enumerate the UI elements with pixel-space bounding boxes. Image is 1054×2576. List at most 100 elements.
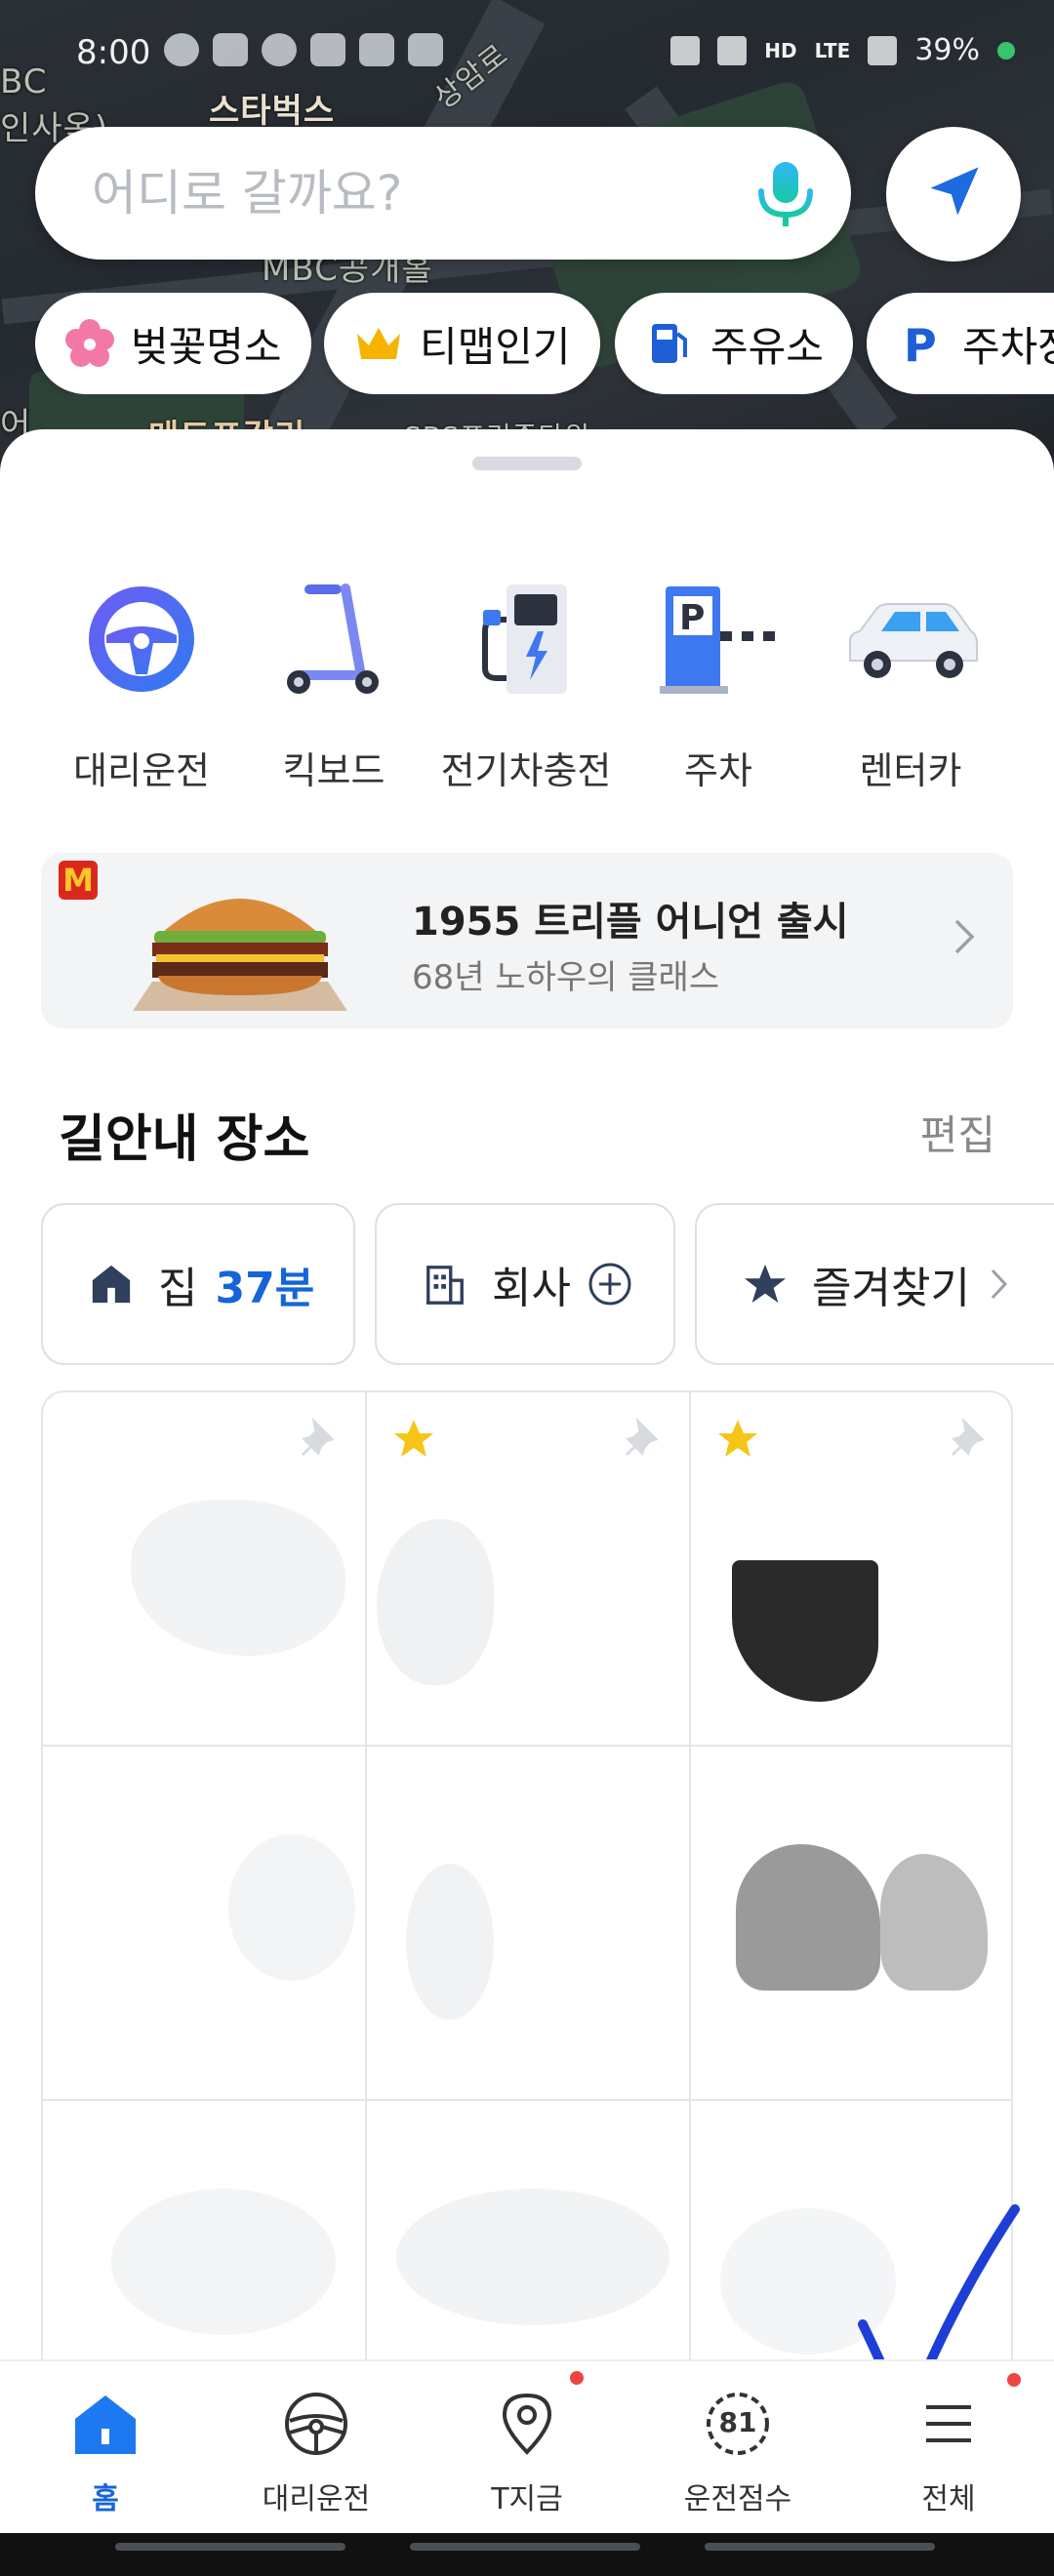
service-parking[interactable]: P 주차 (621, 571, 816, 794)
star-icon (740, 1259, 790, 1309)
chip-label: 티맵인기 (420, 322, 571, 371)
nav-all-menu[interactable]: 전체 (843, 2373, 1054, 2517)
place-card[interactable] (367, 2101, 691, 2379)
fuel-pump-icon (644, 318, 695, 369)
star-icon[interactable] (392, 1418, 435, 1461)
bottom-navigation: 홈 대리운전 T지금 81 운전점수 전체 (0, 2359, 1054, 2533)
home-shortcut[interactable]: 집 37분 (41, 1203, 355, 1365)
work-label: 회사 (492, 1264, 571, 1313)
svg-text:P: P (679, 598, 705, 638)
location-pin-icon (488, 2371, 584, 2463)
battery-percent: 39% (914, 33, 980, 67)
kickboard-icon (265, 571, 402, 707)
dx-app-icon (408, 33, 443, 66)
service-label: 킥보드 (282, 749, 385, 792)
chip-gas-station[interactable]: 주유소 (615, 293, 853, 394)
banner-title: 1955 트리플 어니언 출시 (412, 900, 849, 945)
service-kickboard[interactable]: 킥보드 (236, 571, 431, 794)
home-icon (86, 1259, 137, 1309)
ev-charger-icon (458, 571, 594, 707)
chip-cherry-blossom[interactable]: 벚꽃명소 (35, 293, 311, 394)
favorites-shortcut[interactable]: 즐겨찾기 (695, 1203, 1054, 1365)
search-bar[interactable] (35, 127, 851, 260)
driving-score-value: 81 (718, 2406, 757, 2438)
work-shortcut[interactable]: 회사 (375, 1203, 675, 1365)
home-label: 집 (158, 1264, 198, 1313)
service-ev-charging[interactable]: 전기차충전 (428, 571, 624, 794)
home-icon (66, 2385, 144, 2463)
service-label: 대리운전 (73, 749, 210, 792)
place-card[interactable] (367, 1747, 691, 2101)
system-status: HD LTE 39% (670, 33, 1015, 67)
service-label: 주차 (684, 749, 752, 792)
battery-icon (997, 41, 1015, 60)
microphone-icon[interactable] (753, 160, 818, 228)
place-card[interactable] (43, 1747, 367, 2101)
nav-label: 전체 (921, 2482, 976, 2516)
place-card[interactable] (367, 1392, 691, 1747)
star-icon[interactable] (716, 1418, 759, 1461)
category-chips: 벚꽃명소 티맵인기 주유소 P 주차장 (35, 293, 1054, 394)
score-gauge-icon: 81 (699, 2385, 777, 2463)
pin-icon[interactable] (623, 1417, 664, 1459)
chip-label: 벚꽃명소 (131, 322, 282, 371)
sheet-drag-handle[interactable] (472, 457, 582, 470)
nav-designated-driver[interactable]: 대리운전 (211, 2385, 422, 2517)
add-circle-icon[interactable] (587, 1261, 633, 1308)
nav-label: 운전점수 (683, 2482, 792, 2516)
chevron-right-icon (988, 1267, 1009, 1302)
rental-car-icon (842, 571, 979, 707)
system-nav-handle[interactable] (115, 2543, 345, 2551)
section-title: 길안내 장소 (59, 1110, 310, 1169)
chevron-right-icon (949, 917, 978, 956)
place-card[interactable] (43, 2101, 367, 2379)
notification-icons (164, 33, 443, 66)
navigation-arrow-icon (922, 161, 985, 227)
current-location-button[interactable] (886, 127, 1021, 262)
place-card[interactable] (691, 2101, 1011, 2379)
app-notification-icon (310, 33, 345, 66)
place-card[interactable] (691, 1392, 1011, 1747)
chip-parking[interactable]: P 주차장 (867, 293, 1054, 394)
lte-badge: LTE (814, 38, 851, 62)
edit-button[interactable]: 편집 (920, 1103, 995, 1162)
nav-driving-score[interactable]: 81 운전점수 (632, 2385, 843, 2517)
home-sheet: 대리운전 킥보드 전기차충전 P 주차 렌터카 M 1955 트리플 어니언 출… (0, 429, 1054, 2556)
service-rental-car[interactable]: 렌터카 (813, 571, 1008, 794)
system-nav-handle[interactable] (705, 2543, 935, 2551)
steering-wheel-icon (277, 2385, 355, 2463)
mcdonalds-logo-icon: M (59, 861, 98, 900)
hd-voice-badge: HD (764, 38, 797, 62)
system-nav-handle[interactable] (410, 2543, 640, 2551)
crown-icon (353, 318, 404, 369)
menu-icon (910, 2373, 1021, 2463)
recent-places-grid (41, 1390, 1013, 2381)
place-card[interactable] (691, 1747, 1011, 2101)
promo-banner[interactable]: M 1955 트리플 어니언 출시 68년 노하우의 클래스 (41, 853, 1013, 1028)
favorites-label: 즐겨찾기 (812, 1264, 970, 1313)
pin-icon[interactable] (299, 1417, 340, 1459)
chat-icon (164, 33, 199, 66)
nav-label: T지금 (491, 2482, 563, 2516)
pass-app-icon (262, 33, 297, 66)
service-label: 렌터카 (859, 749, 962, 792)
office-building-icon (420, 1259, 470, 1309)
search-input[interactable] (92, 127, 716, 260)
home-eta: 37분 (215, 1264, 315, 1313)
steering-wheel-icon (73, 571, 210, 707)
service-designated-driver[interactable]: 대리운전 (44, 571, 239, 794)
service-shortcuts: 대리운전 킥보드 전기차충전 P 주차 렌터카 (0, 571, 1054, 795)
system-navigation-bar (0, 2533, 1054, 2576)
banner-subtitle: 68년 노하우의 클래스 (412, 958, 720, 997)
nav-t-now[interactable]: T지금 (422, 2371, 632, 2517)
mail-icon (213, 33, 248, 66)
burger-image (113, 865, 367, 1021)
place-card[interactable] (43, 1392, 367, 1747)
chip-label: 주차장 (962, 322, 1054, 371)
nav-home[interactable]: 홈 (0, 2385, 211, 2517)
chip-label: 주유소 (710, 322, 824, 371)
chip-tmap-popular[interactable]: 티맵인기 (324, 293, 600, 394)
pin-icon[interactable] (949, 1417, 990, 1459)
cherry-blossom-icon (64, 318, 115, 369)
nav-label: 홈 (92, 2482, 119, 2516)
